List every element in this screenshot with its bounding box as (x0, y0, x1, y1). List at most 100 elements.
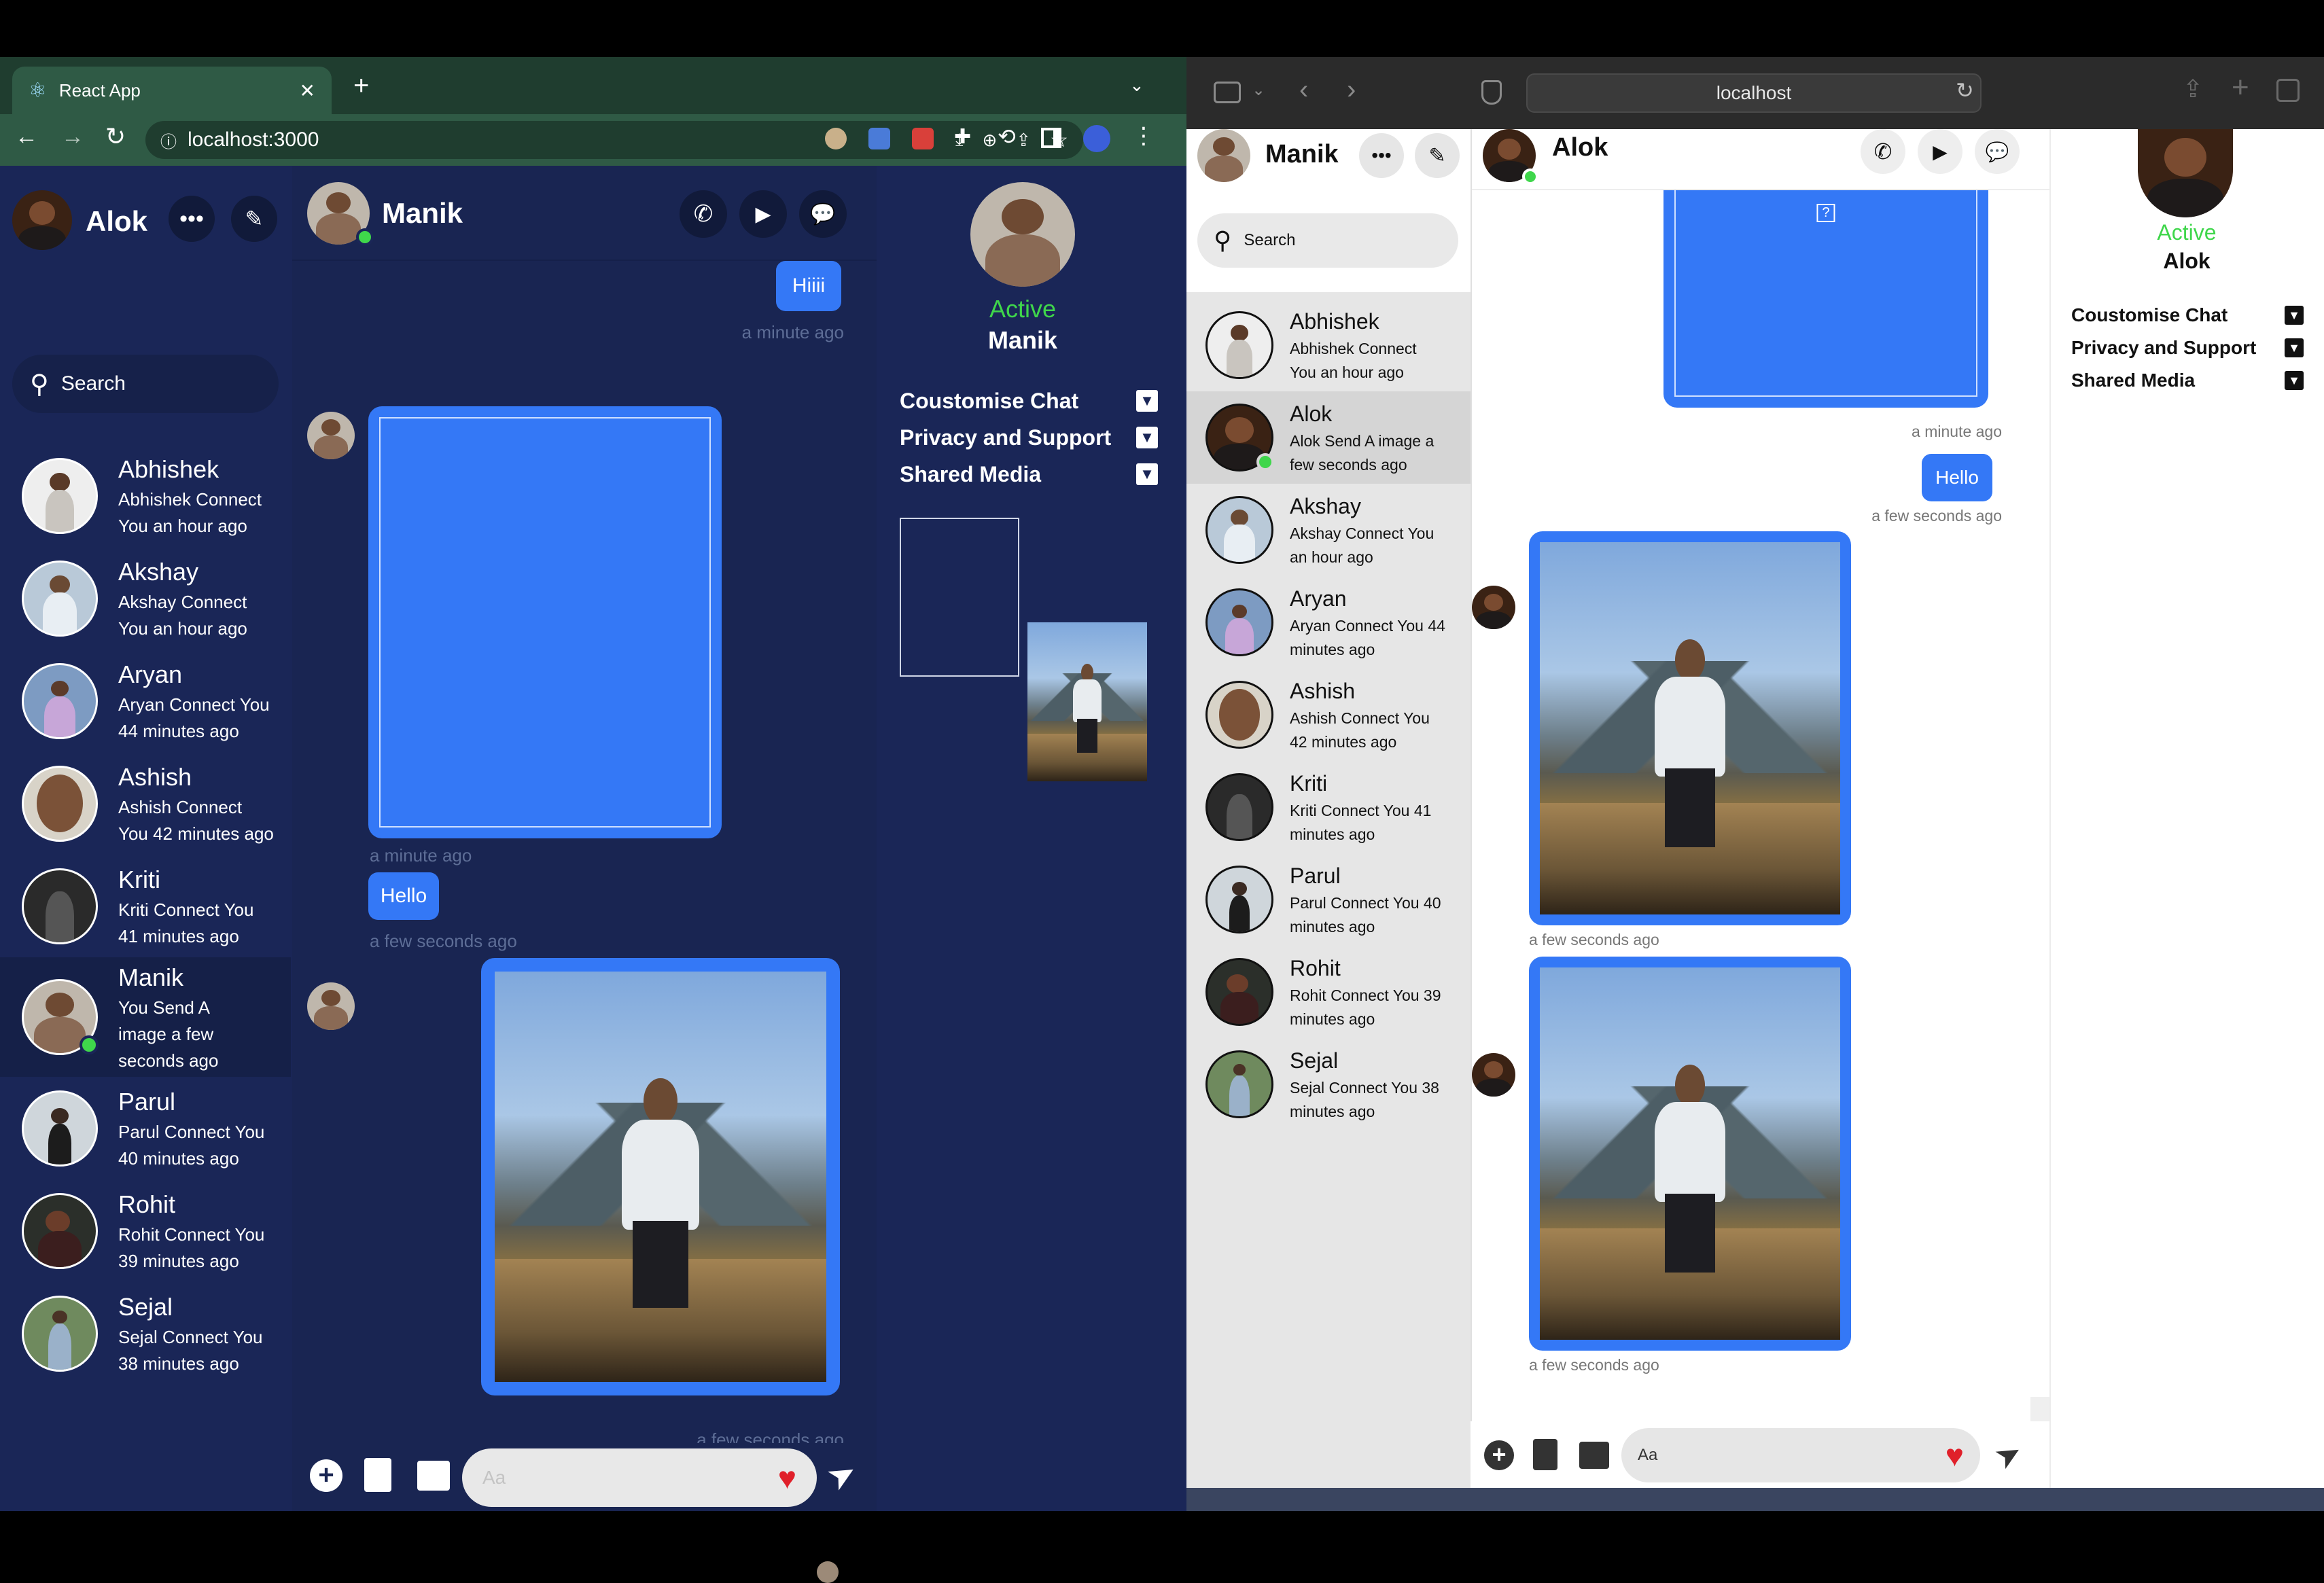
heart-icon[interactable]: ♥ (1946, 1437, 1964, 1474)
shared-media-broken-thumb[interactable] (900, 518, 1019, 677)
chat-info-button[interactable]: 💬 (1975, 129, 2020, 174)
list-item[interactable]: Sejal Sejal Connect You 38 minutes ago (1186, 1038, 1471, 1131)
chevron-down-icon[interactable]: ⌄ (1252, 80, 1265, 100)
list-item[interactable]: Rohit Rohit Connect You 39 minutes ago (1186, 946, 1471, 1038)
list-item[interactable]: Rohit Rohit Connect You 39 minutes ago (0, 1179, 291, 1282)
reload-icon[interactable]: ↻ (105, 122, 126, 151)
message-placeholder: Aa (1638, 1446, 1658, 1464)
sidebar-toggle-icon[interactable] (1214, 82, 1241, 103)
image-message-broken[interactable]: ? (1663, 190, 1988, 408)
zoom-icon[interactable]: ⊕ (983, 130, 998, 151)
privacy-support-option[interactable]: Privacy and Support ▼ (2071, 334, 2304, 361)
chevron-down-icon[interactable]: ▼ (1136, 427, 1158, 448)
send-icon[interactable]: ➤ (820, 1451, 864, 1499)
chrome-menu-icon[interactable]: ⋮ (1132, 122, 1155, 149)
share-icon[interactable]: ⇪ (1016, 130, 1031, 151)
privacy-shield-icon[interactable] (1481, 80, 1502, 105)
voice-call-button[interactable]: ✆ (680, 190, 727, 238)
compose-button[interactable]: ✎ (1415, 133, 1460, 178)
image-message-received[interactable] (1529, 531, 1851, 925)
new-tab-icon[interactable]: + (2232, 71, 2249, 105)
add-icon[interactable]: + (310, 1459, 342, 1492)
customise-chat-option[interactable]: Coustomise Chat ▼ (900, 386, 1158, 416)
list-item[interactable]: Aryan Aryan Connect You 44 minutes ago (1186, 576, 1471, 669)
sidepanel-icon[interactable] (1041, 128, 1061, 148)
avatar[interactable] (12, 190, 72, 250)
back-icon[interactable]: ← (15, 124, 38, 150)
list-item[interactable]: Abhishek Abhishek Connect You an hour ag… (0, 444, 291, 547)
back-icon[interactable]: ‹ (1299, 75, 1308, 105)
shared-media-option[interactable]: Shared Media ▼ (900, 459, 1158, 489)
list-item[interactable]: Akshay Akshay Connect You an hour ago (0, 547, 291, 650)
list-item[interactable]: Aryan Aryan Connect You 44 minutes ago (0, 650, 291, 752)
reload-icon[interactable]: ↻ (1956, 77, 1974, 103)
tab-list-chevron-icon[interactable]: ⌄ (1129, 75, 1144, 96)
chevron-down-icon[interactable]: ▼ (1136, 390, 1158, 412)
heart-icon[interactable]: ♥ (778, 1459, 796, 1496)
profile-avatar[interactable] (2138, 129, 2233, 217)
gift-icon[interactable] (417, 1461, 450, 1491)
list-item[interactable]: Sejal Sejal Connect You 38 minutes ago (0, 1282, 291, 1385)
customise-chat-option[interactable]: Coustomise Chat ▼ (2071, 302, 2304, 329)
message-input[interactable]: Aa ♥ (1621, 1428, 1980, 1482)
video-call-button[interactable]: ▶ (1918, 129, 1962, 174)
avatar[interactable] (307, 182, 374, 246)
list-item[interactable]: Ashish Ashish Connect You 42 minutes ago (1186, 669, 1471, 761)
info-icon[interactable]: ⓘ (160, 128, 177, 152)
add-icon[interactable]: + (1484, 1440, 1514, 1470)
image-attach-icon[interactable] (364, 1458, 391, 1492)
image-attach-icon[interactable] (1533, 1439, 1557, 1470)
list-item[interactable]: Akshay Akshay Connect You an hour ago (1186, 484, 1471, 576)
more-options-button[interactable]: ••• (1359, 133, 1404, 178)
sync-icon[interactable]: ⟲ (998, 124, 1016, 149)
extension-icon-3[interactable] (912, 128, 934, 149)
chevron-down-icon[interactable]: ▼ (2285, 338, 2304, 357)
shared-media-option[interactable]: Shared Media ▼ (2071, 367, 2304, 394)
search-input[interactable]: ⚲ Search (1197, 213, 1458, 268)
voice-call-button[interactable]: ✆ (1861, 129, 1905, 174)
list-item[interactable]: Abhishek Abhishek Connect You an hour ag… (1186, 299, 1471, 391)
list-item[interactable]: Ashish Ashish Connect You 42 minutes ago (0, 752, 291, 855)
forward-icon[interactable]: › (1347, 75, 1356, 105)
tab-overview-icon[interactable] (2276, 79, 2300, 102)
video-call-button[interactable]: ▶ (739, 190, 787, 238)
list-item[interactable]: Parul Parul Connect You 40 minutes ago (1186, 853, 1471, 946)
chevron-down-icon[interactable]: ▼ (2285, 306, 2304, 325)
close-tab-icon[interactable]: ✕ (300, 79, 315, 102)
forward-icon[interactable]: → (61, 124, 84, 150)
privacy-support-option[interactable]: Privacy and Support ▼ (900, 423, 1158, 452)
image-message-broken[interactable] (368, 406, 722, 838)
message-input[interactable]: Aa ♥ (462, 1448, 817, 1507)
new-tab-button[interactable]: + (353, 71, 369, 101)
list-item[interactable]: Parul Parul Connect You 40 minutes ago (0, 1077, 291, 1179)
list-item-active[interactable]: Manik You Send A image a few seconds ago (0, 957, 487, 1078)
image-message-sent[interactable] (481, 958, 840, 1395)
scrollbar-track[interactable] (2030, 1397, 2049, 1424)
avatar[interactable] (1483, 129, 1538, 185)
profile-avatar-icon[interactable] (1083, 125, 1110, 152)
address-bar[interactable]: localhost (1526, 73, 1982, 113)
shared-media-thumb[interactable] (1027, 622, 1147, 781)
gift-icon[interactable] (1579, 1442, 1609, 1469)
extension-icon-2[interactable] (868, 128, 890, 149)
list-item-active[interactable]: Alok Alok Send A image a few seconds ago (1186, 391, 1471, 484)
list-item[interactable]: Kriti Kriti Connect You 41 minutes ago (1186, 761, 1471, 853)
chevron-down-icon[interactable]: ▼ (1136, 463, 1158, 485)
avatar[interactable] (1197, 129, 1250, 182)
chevron-down-icon[interactable]: ▼ (2285, 371, 2304, 390)
list-item[interactable]: Kriti Kriti Connect You 41 minutes ago (0, 855, 291, 957)
image-message-received[interactable] (1529, 957, 1851, 1351)
chrome-tab[interactable]: ⚛ React App ✕ (12, 67, 332, 114)
address-bar[interactable]: ⓘ localhost:3000 ⤓ ⊕ ⇪ ☆ (145, 121, 1083, 159)
share-icon[interactable]: ⇪ (2183, 75, 2203, 103)
more-options-button[interactable]: ••• (169, 196, 215, 242)
profile-avatar[interactable] (970, 182, 1075, 287)
send-icon[interactable]: ➤ (1988, 1432, 2028, 1477)
extension-icon-1[interactable] (825, 128, 847, 149)
puzzle-icon[interactable]: ✚ (954, 125, 971, 149)
url-text[interactable]: localhost:3000 (188, 128, 319, 152)
url-text[interactable]: localhost (1716, 82, 1792, 104)
search-input[interactable]: ⚲ Search (12, 355, 279, 413)
chat-info-button[interactable]: 💬 (799, 190, 847, 238)
compose-button[interactable]: ✎ (231, 196, 277, 242)
